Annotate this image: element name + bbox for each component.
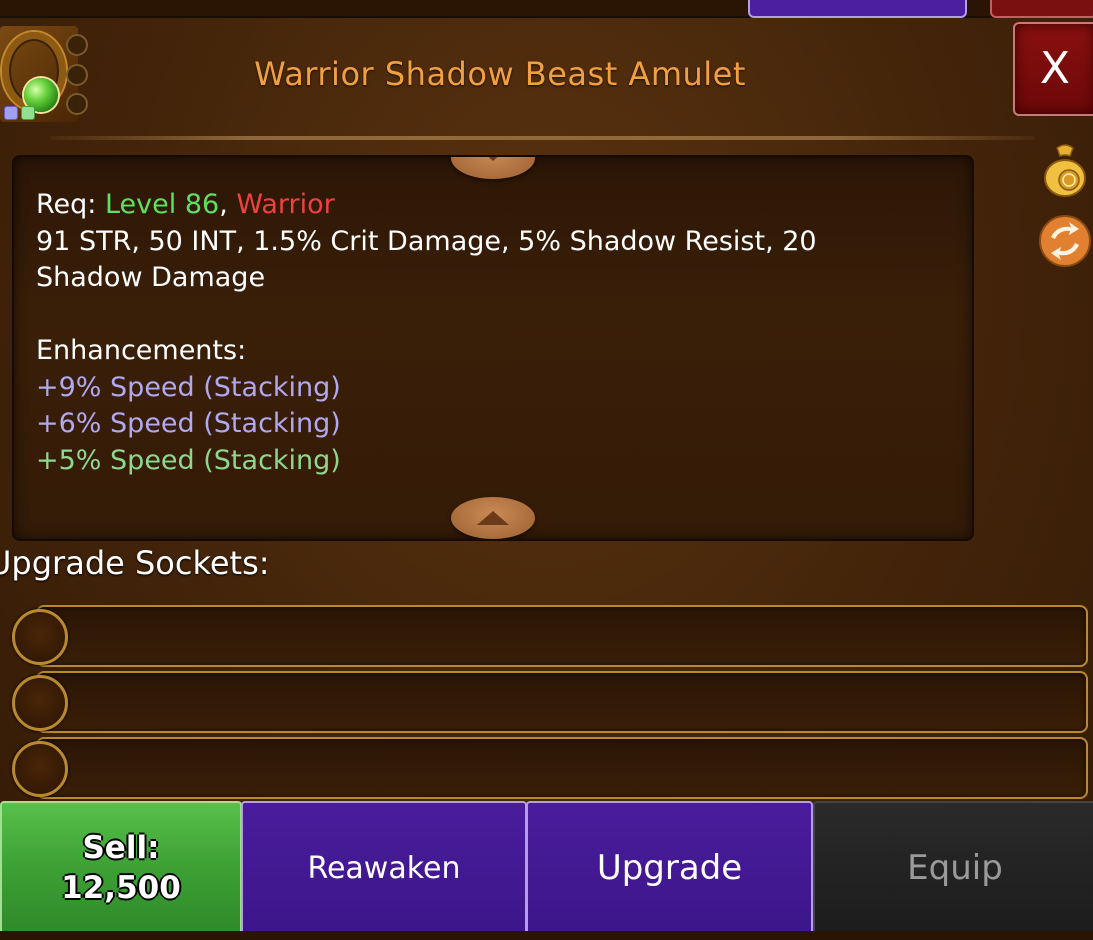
background-button-purple (748, 0, 967, 18)
stats-line: 91 STR, 50 INT, 1.5% Crit Damage, 5% Sha… (36, 225, 817, 257)
requirement-separator: , (219, 189, 237, 220)
item-details-dialog: Warrior Shadow Beast Amulet X Req: Level… (0, 0, 1093, 940)
scroll-down-button[interactable] (451, 497, 535, 539)
enhancement-item: +6% Speed (Stacking) (36, 408, 341, 439)
sell-label: Sell: (82, 830, 160, 866)
socket-slot[interactable] (36, 605, 1088, 667)
level-requirement: Level 86 (104, 189, 220, 220)
class-requirement: Warrior (236, 189, 335, 220)
socket-gem-slot[interactable] (12, 675, 68, 731)
close-icon: X (1039, 43, 1071, 94)
enhancement-item: +9% Speed (Stacking) (36, 371, 341, 403)
close-button[interactable]: X (1013, 22, 1093, 116)
upgrade-button[interactable]: Upgrade (526, 801, 813, 935)
requirement-line: Req: Level 86, Warrior (36, 187, 936, 224)
chevron-up-icon (477, 511, 509, 525)
chevron-down-icon (477, 157, 509, 161)
equip-label: Equip (907, 848, 1003, 888)
background-button-red (990, 0, 1093, 18)
sell-button[interactable]: Sell: 12,500 (0, 801, 242, 935)
socket-slot[interactable] (36, 671, 1088, 733)
title-divider (50, 136, 1035, 140)
requirement-prefix: Req: (36, 189, 105, 220)
reawaken-button[interactable]: Reawaken (241, 801, 527, 935)
sell-price: 12,500 (61, 870, 181, 906)
socket-gem-slot[interactable] (12, 741, 68, 797)
swap-arrows-icon[interactable] (1037, 213, 1093, 269)
upgrade-sockets-label: Upgrade Sockets: (0, 544, 270, 582)
item-title: Warrior Shadow Beast Amulet (254, 55, 746, 93)
bottom-edge (0, 931, 1093, 940)
stats-line: Shadow Damage (36, 262, 266, 293)
upgrade-label: Upgrade (596, 848, 743, 888)
socket-slot[interactable] (36, 737, 1088, 799)
reawaken-label: Reawaken (307, 850, 461, 886)
enhancements-header: Enhancements: (36, 335, 247, 366)
sell-label-group: Sell: 12,500 (61, 828, 181, 908)
scroll-up-button[interactable] (451, 157, 535, 179)
equip-button[interactable]: Equip (813, 801, 1093, 935)
item-description: Req: Level 86, Warrior 91 STR, 50 INT, 1… (36, 187, 936, 479)
socket-gem-slot[interactable] (12, 609, 68, 665)
money-bag-icon[interactable] (1043, 142, 1087, 198)
enhancement-item: +5% Speed (Stacking) (36, 444, 341, 476)
item-description-panel[interactable]: Req: Level 86, Warrior 91 STR, 50 INT, 1… (12, 155, 974, 541)
